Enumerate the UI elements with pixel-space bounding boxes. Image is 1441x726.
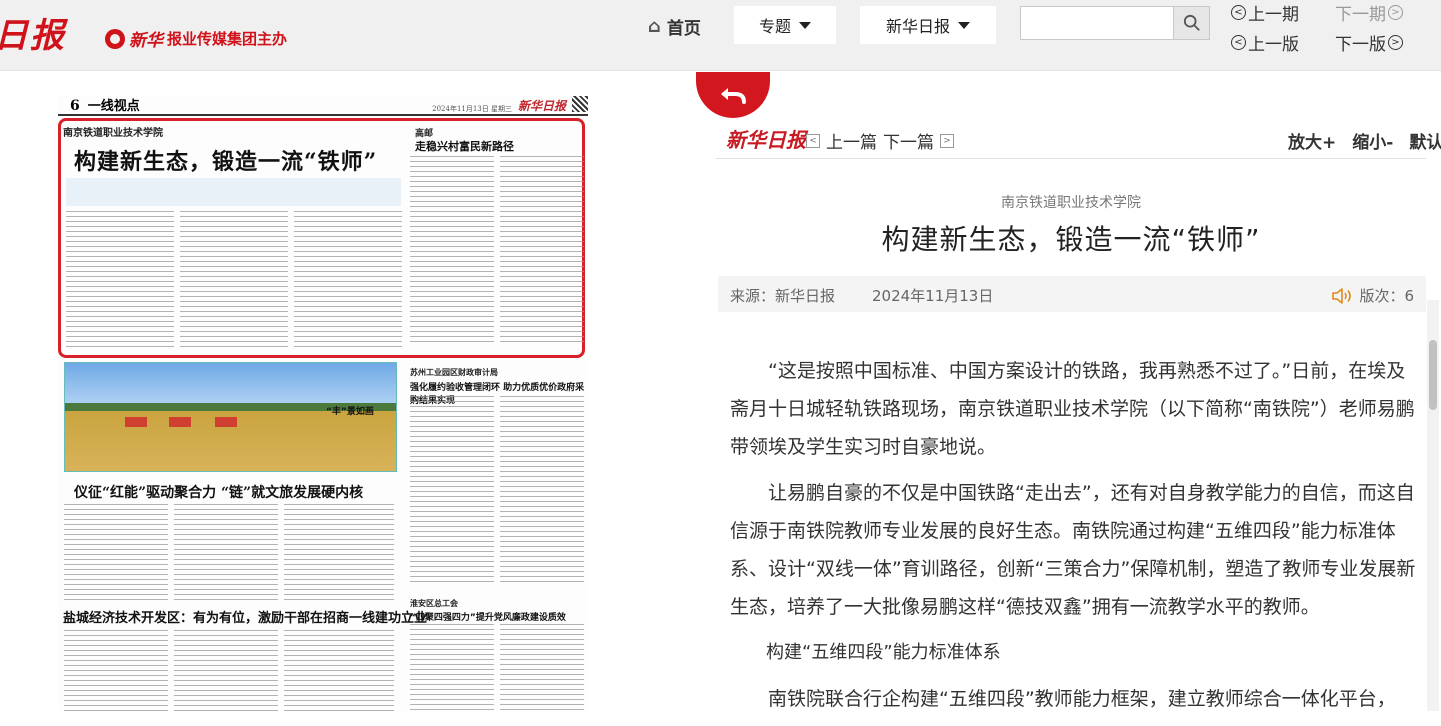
speaker-icon[interactable] [1331,287,1353,305]
article-text-column [500,624,584,711]
search-button[interactable] [1173,7,1209,39]
zoom-in-button[interactable]: 放大+ [1288,128,1336,153]
article-label[interactable]: 苏州工业园区财政审计局 [410,367,498,378]
search-icon [1183,14,1200,31]
article-text-column [410,624,494,711]
chevron-right-icon: > [1388,5,1403,20]
article-source: 来源：新华日报 [730,287,836,305]
chevron-down-icon [799,21,811,29]
newspaper-page: 6 一线视点 2024年11月13日 星期三 新华日报 南京铁道职业技术学院 构… [58,96,588,711]
page-header: 6 一线视点 2024年11月13日 星期三 新华日报 [58,96,588,116]
article-title[interactable]: 走稳兴村富民新路径 [415,138,514,154]
divider [716,158,1426,159]
article-paragraph: 南铁院联合行企构建“五维四段”教师能力框架，建立教师综合一体化平台， [768,688,1396,710]
article-school: 南京铁道职业技术学院 [1001,195,1141,211]
home-link[interactable]: ⌂ 首页 [648,14,701,39]
article-text-column [64,504,168,600]
article-meta-bar: 来源：新华日报 2024年11月13日 版次：6 [718,276,1426,312]
back-button[interactable] [696,72,770,118]
article-text-column [174,630,278,711]
reader-logo: 新华日报 [726,128,806,152]
article-title[interactable]: 盐城经济技术开发区：有为有位，激励干部在招商一线建功立业 [63,607,427,626]
article-title[interactable]: “四聚四强四力”提升党风廉政建设质效 [410,610,566,623]
article-text-column [180,211,288,351]
chevron-right-icon: > [1388,35,1403,50]
zoom-out-button[interactable]: 缩小- [1352,128,1393,153]
article-version: 版次：6 [1331,285,1414,306]
search-box [1020,6,1210,40]
top-bar: 日报 新华 报业传媒集团主办 ⌂ 首页 专题 新华日报 < 上一期 下一期 > … [0,0,1441,71]
page-section: 一线视点 [87,99,140,114]
article-text-column [500,396,584,586]
article-nav: < 上一篇 下一篇 > [806,128,954,153]
topic-dropdown[interactable]: 专题 [734,6,836,44]
article-label[interactable]: 淮安区总工会 [410,598,458,609]
article-text-column [500,156,584,346]
prev-issue-link[interactable]: < 上一期 [1231,0,1299,25]
article-scrollbar[interactable] [1427,300,1439,711]
group-brand: 新华 报业传媒集团主办 [105,26,287,51]
group-brand-text: 报业传媒集团主办 [167,30,288,48]
scrollbar-thumb[interactable] [1429,340,1437,410]
photo-caption-title[interactable]: “丰”景如画 [326,404,374,417]
topic-label: 专题 [758,17,791,36]
article-text-column [64,630,168,711]
next-issue-link[interactable]: 下一期 > [1335,0,1403,25]
article-lead-box [66,178,401,206]
home-icon: ⌂ [648,16,661,37]
version-label: 版次：6 [1359,287,1414,305]
page-date: 2024年11月13日 星期三 [432,105,512,113]
article-label[interactable]: 南京铁道职业技术学院 [63,124,163,139]
chevron-right-icon[interactable]: > [940,133,954,148]
page-brand: 新华日报 [517,99,566,113]
page-number: 6 [70,98,80,114]
chevron-left-icon: < [1231,35,1246,50]
group-logo-icon [105,28,125,49]
article-text-column [284,504,394,600]
article-text-column [66,211,174,351]
article-body: “这是按照中国标准、中国方案设计的铁路，我再熟悉不过了。”日前，在埃及斋月十日城… [730,352,1416,726]
article-text-column [174,504,278,600]
news-photo[interactable] [64,362,397,472]
qr-code-icon [572,96,588,112]
newspaper-viewer: 6 一线视点 2024年11月13日 星期三 新华日报 南京铁道职业技术学院 构… [0,72,690,711]
prev-article-link[interactable]: 上一篇 [826,128,877,153]
article-paragraph: “这是按照中国标准、中国方案设计的铁路，我再熟悉不过了。”日前，在埃及斋月十日城… [730,360,1415,458]
chevron-left-icon: < [1231,5,1246,20]
zoom-controls: 放大+ 缩小- 默认 [1288,128,1441,153]
group-brand-mark: 新华 [129,31,163,51]
article-headline: 构建新生态，锻造一流“铁师” [881,223,1261,256]
prev-page-link[interactable]: < 上一版 [1231,30,1299,55]
search-input[interactable] [1021,7,1173,39]
chevron-left-icon[interactable]: < [806,133,820,148]
paper-dropdown[interactable]: 新华日报 [860,6,996,44]
article-text-column [284,630,394,711]
article-title[interactable]: 仪征“红能”驱动聚合力 “链”就文旅发展硬内核 [74,482,363,502]
chevron-down-icon [958,21,970,29]
article-subheading: 构建“五维四段”能力标准体系 [766,642,1001,663]
article-paragraph: 让易鹏自豪的不仅是中国铁路“走出去”，还有对自身教学能力的自信，而这自信源于南铁… [730,482,1416,618]
article-date: 2024年11月13日 [872,287,994,305]
site-logo[interactable]: 日报 [0,8,66,57]
zoom-reset-button[interactable]: 默认 [1409,128,1441,153]
home-label: 首页 [666,19,701,39]
next-article-link[interactable]: 下一篇 [883,128,934,153]
article-text-column [410,396,494,586]
article-title[interactable]: 构建新生态，锻造一流“铁师” [74,144,377,176]
article-text-column [410,156,494,346]
article-text-column [294,211,402,351]
return-arrow-icon [721,88,746,104]
paper-label: 新华日报 [885,17,950,36]
next-page-link[interactable]: 下一版 > [1335,30,1403,55]
